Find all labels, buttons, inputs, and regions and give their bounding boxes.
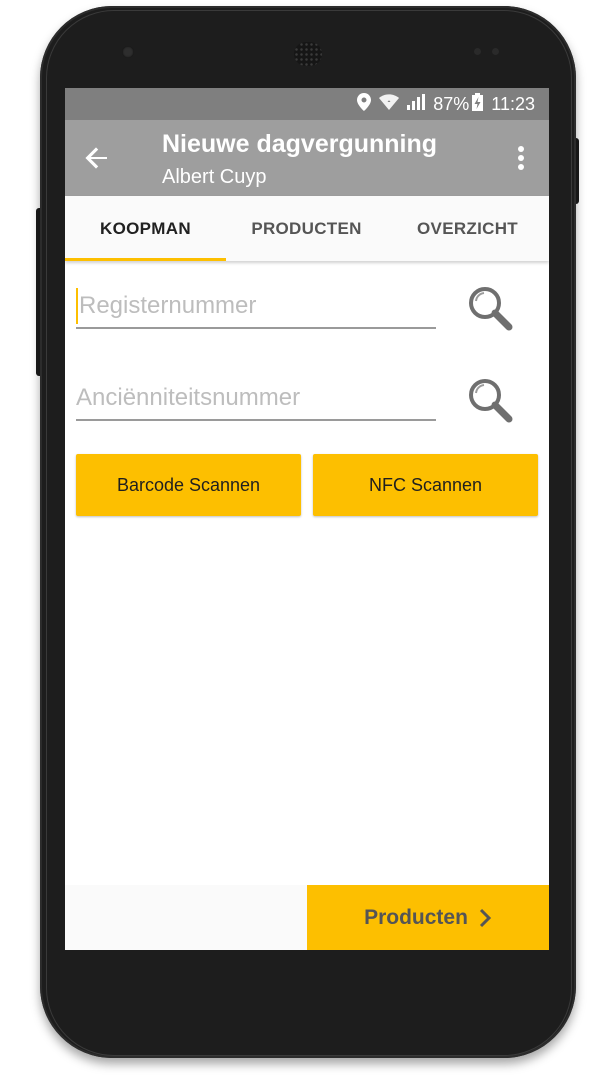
search-icon (469, 287, 513, 331)
clock: 11:23 (491, 93, 535, 114)
search-icon (469, 379, 513, 423)
proximity-sensor (474, 48, 481, 55)
wifi-icon (379, 93, 400, 115)
page-title: Nieuwe dagvergunning (162, 130, 438, 158)
cell-signal-icon (407, 93, 426, 115)
nfc-scannen-button[interactable]: NFC Scannen (313, 454, 538, 516)
location-icon (357, 92, 372, 116)
status-bar: 87% 11:23 (65, 88, 549, 120)
front-camera (122, 46, 134, 58)
device-screen: 87% 11:23 Nieuwe dagvergunning Albert Cu… (65, 88, 549, 950)
tab-producten[interactable]: PRODUCTEN (226, 196, 387, 261)
barcode-scannen-button[interactable]: Barcode Scannen (76, 454, 301, 516)
next-button-label: Producten (364, 905, 468, 929)
search-registernummer-button[interactable] (465, 283, 517, 335)
page-subtitle: Albert Cuyp (162, 166, 267, 188)
battery-percentage: 87% (433, 93, 470, 114)
arrow-left-icon[interactable] (81, 142, 113, 174)
koopman-form: Registernummer Anciënniteitsnummer Barco… (65, 261, 549, 886)
search-ancienniteitsnummer-button[interactable] (465, 375, 517, 427)
light-sensor (492, 48, 499, 55)
earpiece-speaker (294, 42, 322, 66)
app-bar: Nieuwe dagvergunning Albert Cuyp (65, 120, 549, 196)
next-producten-button[interactable]: Producten (307, 885, 549, 950)
chevron-right-icon (479, 908, 492, 927)
registernummer-placeholder: Registernummer (79, 292, 257, 319)
text-cursor (76, 288, 78, 324)
tab-overzicht[interactable]: OVERZICHT (387, 196, 548, 261)
registernummer-field[interactable]: Registernummer (76, 285, 436, 329)
battery-charging-icon (472, 92, 484, 116)
ancienniteitsnummer-placeholder: Anciënniteitsnummer (76, 384, 301, 411)
tab-koopman[interactable]: KOOPMAN (65, 196, 226, 261)
more-vertical-icon[interactable] (509, 142, 533, 174)
tab-bar: KOOPMAN PRODUCTEN OVERZICHT (65, 196, 549, 261)
bottom-bar: Producten (65, 885, 549, 950)
ancienniteitsnummer-field[interactable]: Anciënniteitsnummer (76, 377, 436, 421)
